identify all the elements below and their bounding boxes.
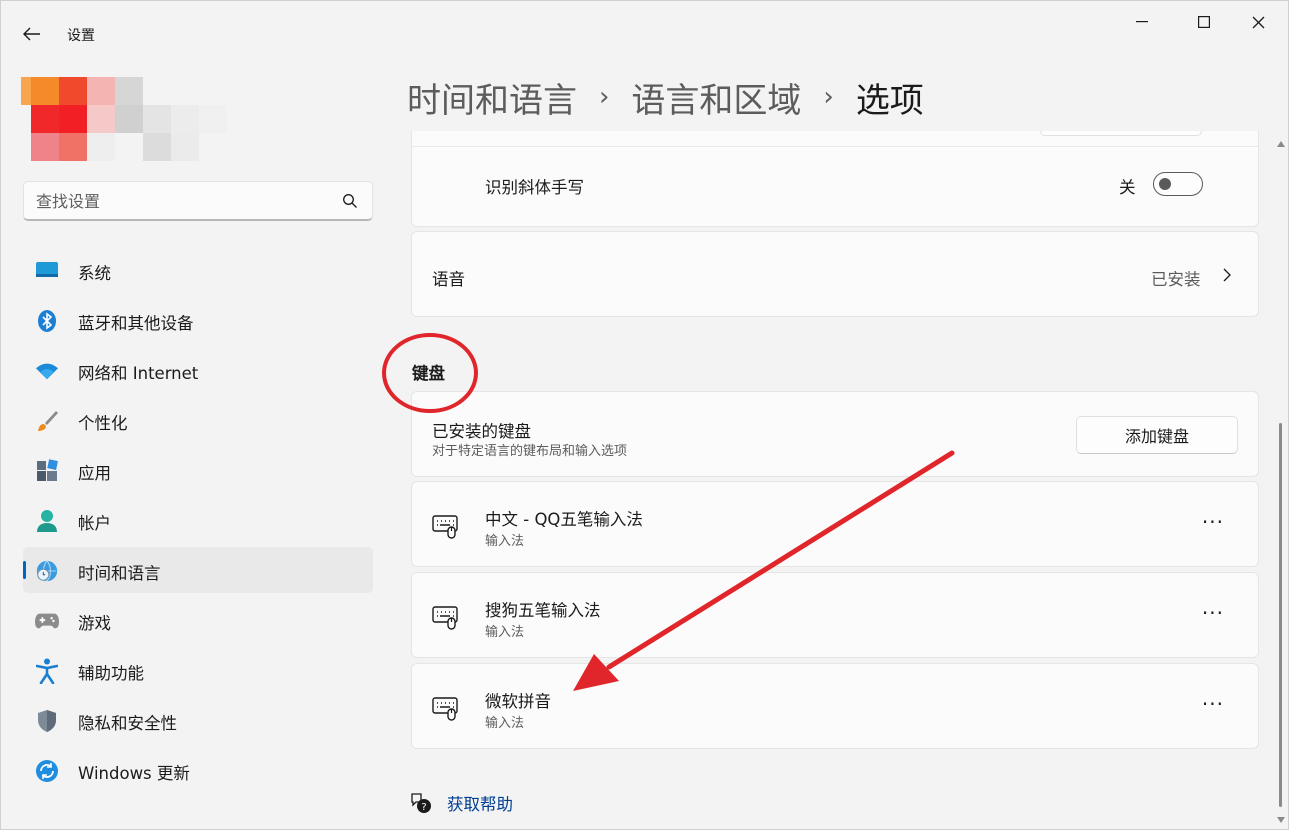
keyboard-item[interactable]: 微软拼音 输入法 ···	[411, 663, 1259, 749]
keyboard-icon	[432, 606, 458, 630]
sidebar-item-label: 帐户	[78, 514, 111, 533]
breadcrumb-time-language[interactable]: 时间和语言	[407, 73, 577, 122]
brush-icon	[35, 409, 59, 433]
sidebar-item-gaming[interactable]: 游戏	[23, 597, 373, 643]
sidebar-item-label: 个性化	[78, 414, 128, 433]
close-icon	[1252, 16, 1264, 28]
sidebar-item-accounts[interactable]: 帐户	[23, 497, 373, 543]
maximize-button[interactable]	[1181, 7, 1227, 37]
sidebar-item-network[interactable]: 网络和 Internet	[23, 347, 373, 393]
sidebar-item-label: 隐私和安全性	[78, 714, 177, 733]
sidebar-item-time-language[interactable]: 时间和语言	[23, 547, 373, 593]
scroll-down-arrow[interactable]	[1277, 817, 1285, 823]
svg-text:?: ?	[421, 802, 426, 813]
breadcrumb-separator: ›	[599, 82, 610, 112]
sidebar-nav: 系统 蓝牙和其他设备 网络和 Internet 个性化 应用 帐户 时间和语言 …	[23, 247, 373, 797]
keyboard-icon	[432, 697, 458, 721]
sidebar-item-accessibility[interactable]: 辅助功能	[23, 647, 373, 693]
sidebar-item-label: 蓝牙和其他设备	[78, 314, 194, 333]
arrow-left-icon	[23, 27, 40, 41]
sidebar-item-label: 辅助功能	[78, 664, 144, 683]
breadcrumb-language-region[interactable]: 语言和区域	[631, 73, 801, 122]
apps-icon	[35, 459, 59, 483]
page-title: 选项	[855, 80, 924, 121]
back-button[interactable]	[15, 19, 49, 49]
scroll-up-arrow[interactable]	[1277, 141, 1285, 147]
get-help-link[interactable]: ? 获取帮助	[409, 791, 513, 815]
keyboard-item[interactable]: 搜狗五笔输入法 输入法 ···	[411, 572, 1259, 658]
search-box[interactable]	[23, 181, 373, 221]
search-icon[interactable]	[342, 193, 358, 209]
installed-keyboards-title: 已安装的键盘	[432, 422, 531, 441]
more-options-button[interactable]: ···	[1202, 601, 1224, 625]
main-content: 识别斜体手写 关 语音 已安装 键盘 已安装的键盘 对于特定语言的键布局和输入选…	[411, 131, 1259, 829]
handwriting-toggle[interactable]	[1153, 172, 1203, 196]
accessibility-icon	[35, 658, 59, 684]
sidebar-item-label: 应用	[78, 464, 111, 483]
close-button[interactable]	[1235, 7, 1281, 37]
breadcrumb-separator: ›	[823, 82, 834, 112]
sidebar-item-label: 游戏	[78, 614, 111, 633]
card-divider	[412, 146, 1258, 147]
keyboard-item-subtitle: 输入法	[485, 716, 525, 731]
keyboard-item[interactable]: 中文 - QQ五笔输入法 输入法 ···	[411, 481, 1259, 567]
maximize-icon	[1198, 16, 1210, 28]
toggle-state-label: 关	[1119, 178, 1136, 197]
user-avatar[interactable]	[21, 71, 261, 171]
breadcrumb: 时间和语言 › 语言和区域 › 选项	[407, 73, 924, 121]
keyboard-icon	[432, 515, 458, 539]
more-options-button[interactable]: ···	[1202, 692, 1224, 716]
app-title: 设置	[67, 28, 95, 44]
installed-keyboards-desc: 对于特定语言的键布局和输入选项	[432, 444, 628, 459]
keyboard-item-subtitle: 输入法	[485, 625, 525, 640]
update-icon	[35, 759, 59, 783]
more-options-button[interactable]: ···	[1202, 510, 1224, 534]
search-input[interactable]	[36, 190, 336, 212]
installed-keyboards-card: 已安装的键盘 对于特定语言的键布局和输入选项 添加键盘	[411, 391, 1259, 477]
toggle-knob	[1159, 178, 1171, 190]
get-help-label: 获取帮助	[447, 795, 513, 814]
keyboard-item-title: 中文 - QQ五笔输入法	[485, 510, 643, 529]
sidebar-item-label: 时间和语言	[78, 564, 161, 583]
sidebar-item-bluetooth[interactable]: 蓝牙和其他设备	[23, 297, 373, 343]
content-scrollbar[interactable]	[1275, 137, 1287, 827]
gamepad-icon	[35, 609, 59, 633]
chevron-right-icon	[1223, 268, 1231, 282]
handwriting-card: 识别斜体手写 关	[411, 131, 1259, 227]
keyboard-heading: 键盘	[412, 364, 445, 383]
sidebar-item-personalization[interactable]: 个性化	[23, 397, 373, 443]
handwriting-label: 识别斜体手写	[485, 178, 584, 197]
system-icon	[35, 259, 59, 283]
speech-status: 已安装	[1151, 270, 1201, 289]
speech-card[interactable]: 语音 已安装	[411, 231, 1259, 317]
sidebar-item-label: 系统	[78, 264, 111, 283]
keyboard-item-title: 搜狗五笔输入法	[485, 601, 601, 620]
scroll-thumb[interactable]	[1279, 423, 1282, 807]
minimize-button[interactable]	[1119, 7, 1165, 37]
account-icon	[35, 509, 59, 533]
minimize-icon	[1136, 21, 1148, 23]
bluetooth-icon	[35, 309, 59, 333]
sidebar-item-privacy[interactable]: 隐私和安全性	[23, 697, 373, 743]
sidebar-item-windows-update[interactable]: Windows 更新	[23, 747, 373, 793]
settings-window: 设置 查找设置 系统 蓝牙和其他设备 网络和 Internet 个性化 应用 帐…	[0, 0, 1289, 830]
add-keyboard-button[interactable]: 添加键盘	[1076, 416, 1238, 454]
wifi-icon	[35, 359, 59, 383]
sidebar-item-system[interactable]: 系统	[23, 247, 373, 293]
help-chat-icon: ?	[411, 793, 431, 813]
sidebar-item-label: Windows 更新	[78, 764, 190, 783]
keyboard-item-subtitle: 输入法	[485, 534, 525, 549]
title-bar: 设置	[1, 1, 1288, 65]
sidebar-item-apps[interactable]: 应用	[23, 447, 373, 493]
speech-label: 语音	[432, 270, 465, 289]
sidebar-item-label: 网络和 Internet	[78, 364, 199, 383]
time-language-icon	[35, 559, 59, 583]
keyboard-item-title: 微软拼音	[485, 692, 551, 711]
shield-icon	[35, 709, 59, 733]
hidden-dropdown-edge[interactable]	[1040, 131, 1202, 136]
